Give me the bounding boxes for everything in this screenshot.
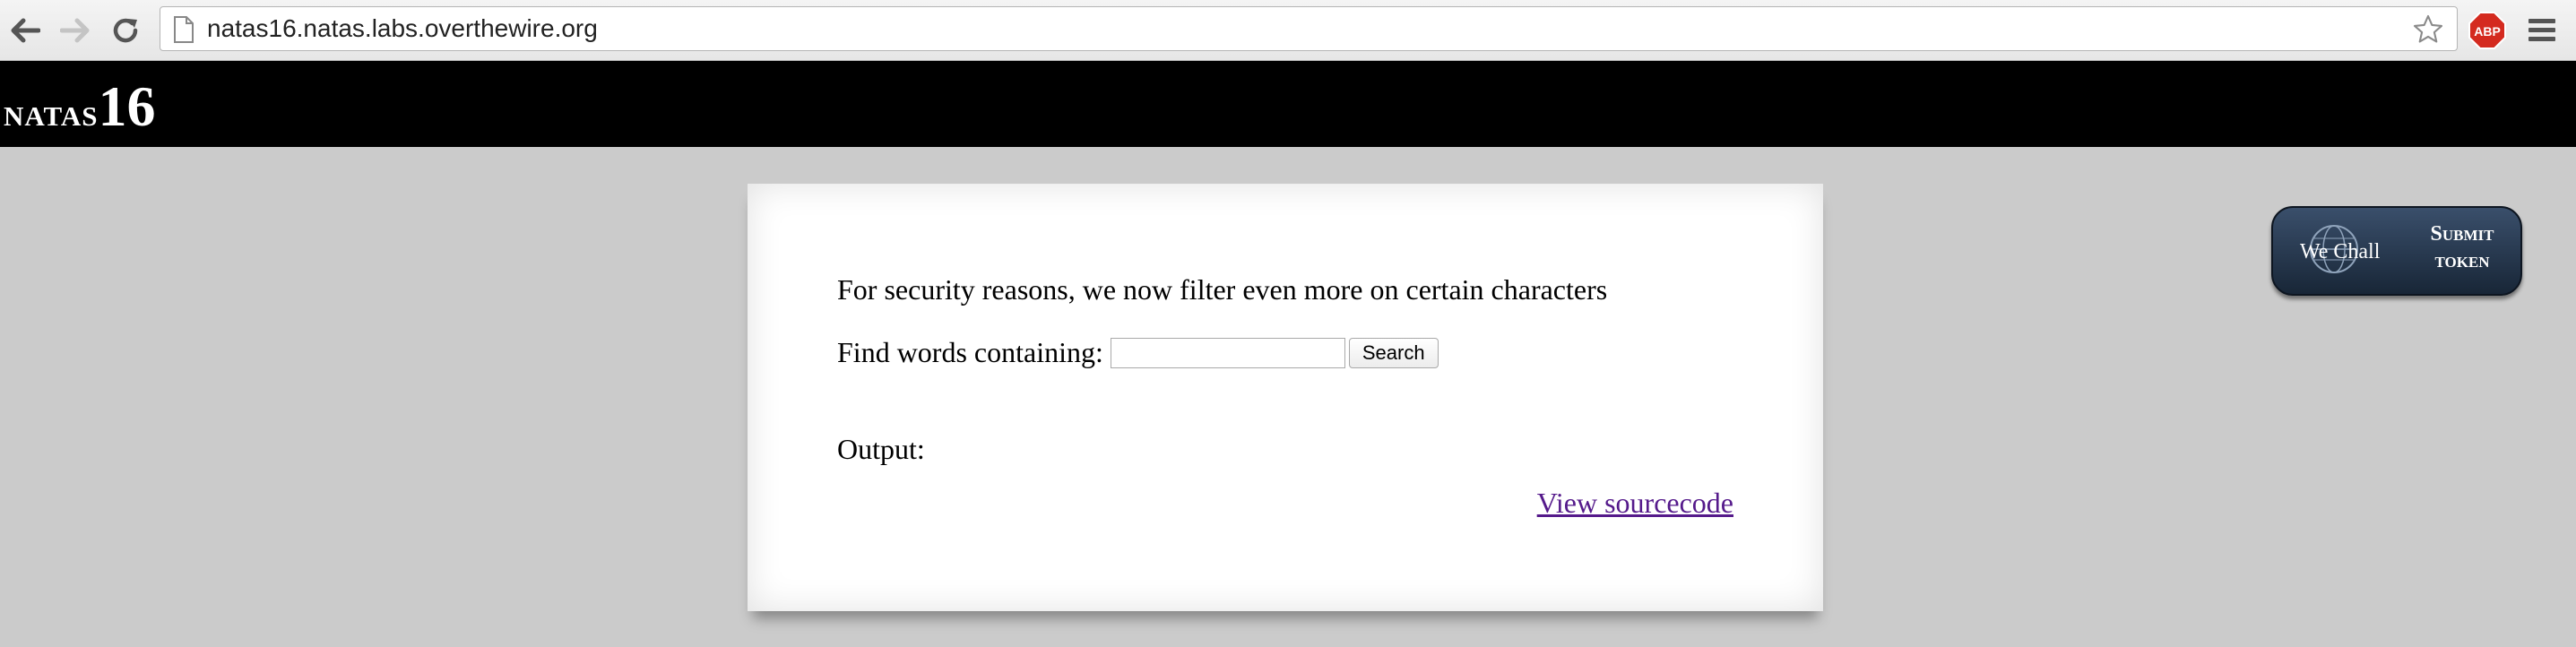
forward-arrow-icon	[60, 18, 90, 43]
reload-icon	[113, 18, 138, 43]
search-input[interactable]	[1110, 337, 1345, 368]
submit-label: Submit	[2430, 222, 2494, 246]
search-form: Find words containing: Search	[837, 336, 1439, 369]
logo-name: NATAS	[4, 91, 99, 134]
reload-button[interactable]	[108, 13, 143, 48]
address-bar[interactable]: natas16.natas.labs.overthewire.org	[160, 6, 2458, 51]
view-sourcecode-link[interactable]: View sourcecode	[1537, 487, 1733, 520]
find-label: Find words containing:	[837, 336, 1103, 368]
search-button[interactable]: Search	[1348, 337, 1439, 368]
filter-message: For security reasons, we now filter even…	[837, 273, 1608, 306]
back-arrow-icon	[11, 18, 40, 43]
forward-button[interactable]	[57, 13, 93, 48]
browser-toolbar: natas16.natas.labs.overthewire.org ABP	[0, 0, 2576, 61]
logo-level-number: 16	[98, 74, 156, 138]
adblock-plus-icon[interactable]: ABP	[2468, 12, 2506, 54]
site-logo[interactable]: NATAS16	[4, 73, 155, 140]
submit-token-label: Submit token	[2413, 220, 2511, 274]
content-panel: For security reasons, we now filter even…	[748, 184, 1823, 611]
bookmark-star-icon[interactable]	[2412, 13, 2444, 50]
site-header: NATAS16	[0, 61, 2576, 147]
wechall-submit-token-button[interactable]: We Chall Submit token	[2271, 206, 2522, 296]
output-label: Output:	[837, 433, 925, 465]
browser-menu-icon[interactable]	[2526, 16, 2558, 47]
back-button[interactable]	[7, 13, 43, 48]
token-label: token	[2434, 249, 2490, 272]
wechall-brand: We Chall	[2300, 240, 2381, 263]
page-icon	[173, 16, 194, 47]
abp-label: ABP	[2474, 24, 2501, 39]
url-text: natas16.natas.labs.overthewire.org	[207, 14, 598, 42]
